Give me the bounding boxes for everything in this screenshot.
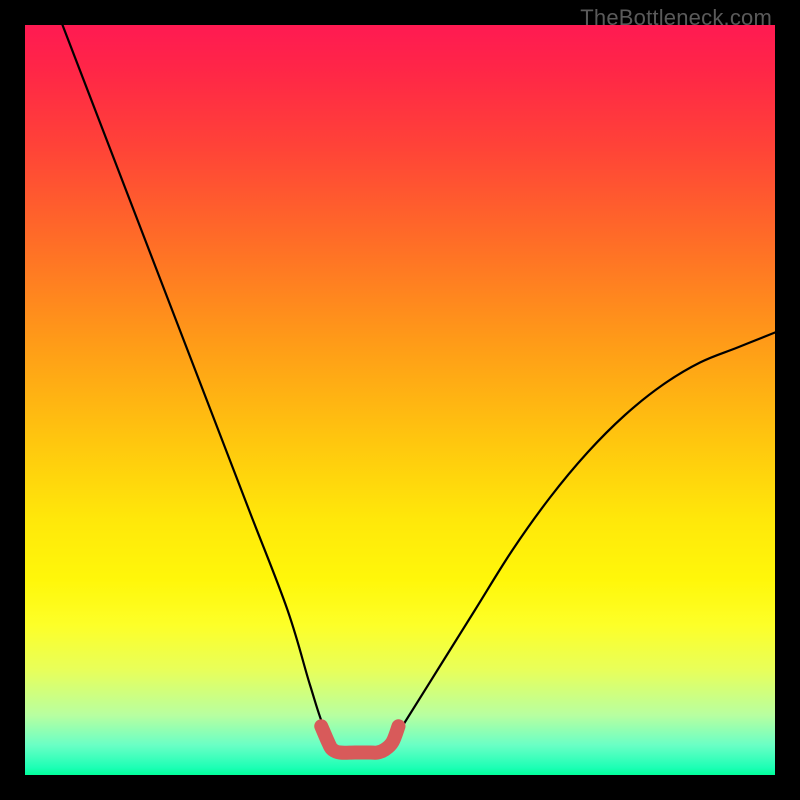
chart-frame: TheBottleneck.com: [0, 0, 800, 800]
bottleneck-curve: [63, 25, 776, 754]
sweet-spot-highlight: [321, 726, 398, 752]
plot-area: [25, 25, 775, 775]
watermark-label: TheBottleneck.com: [580, 5, 772, 31]
curve-layer: [25, 25, 775, 775]
